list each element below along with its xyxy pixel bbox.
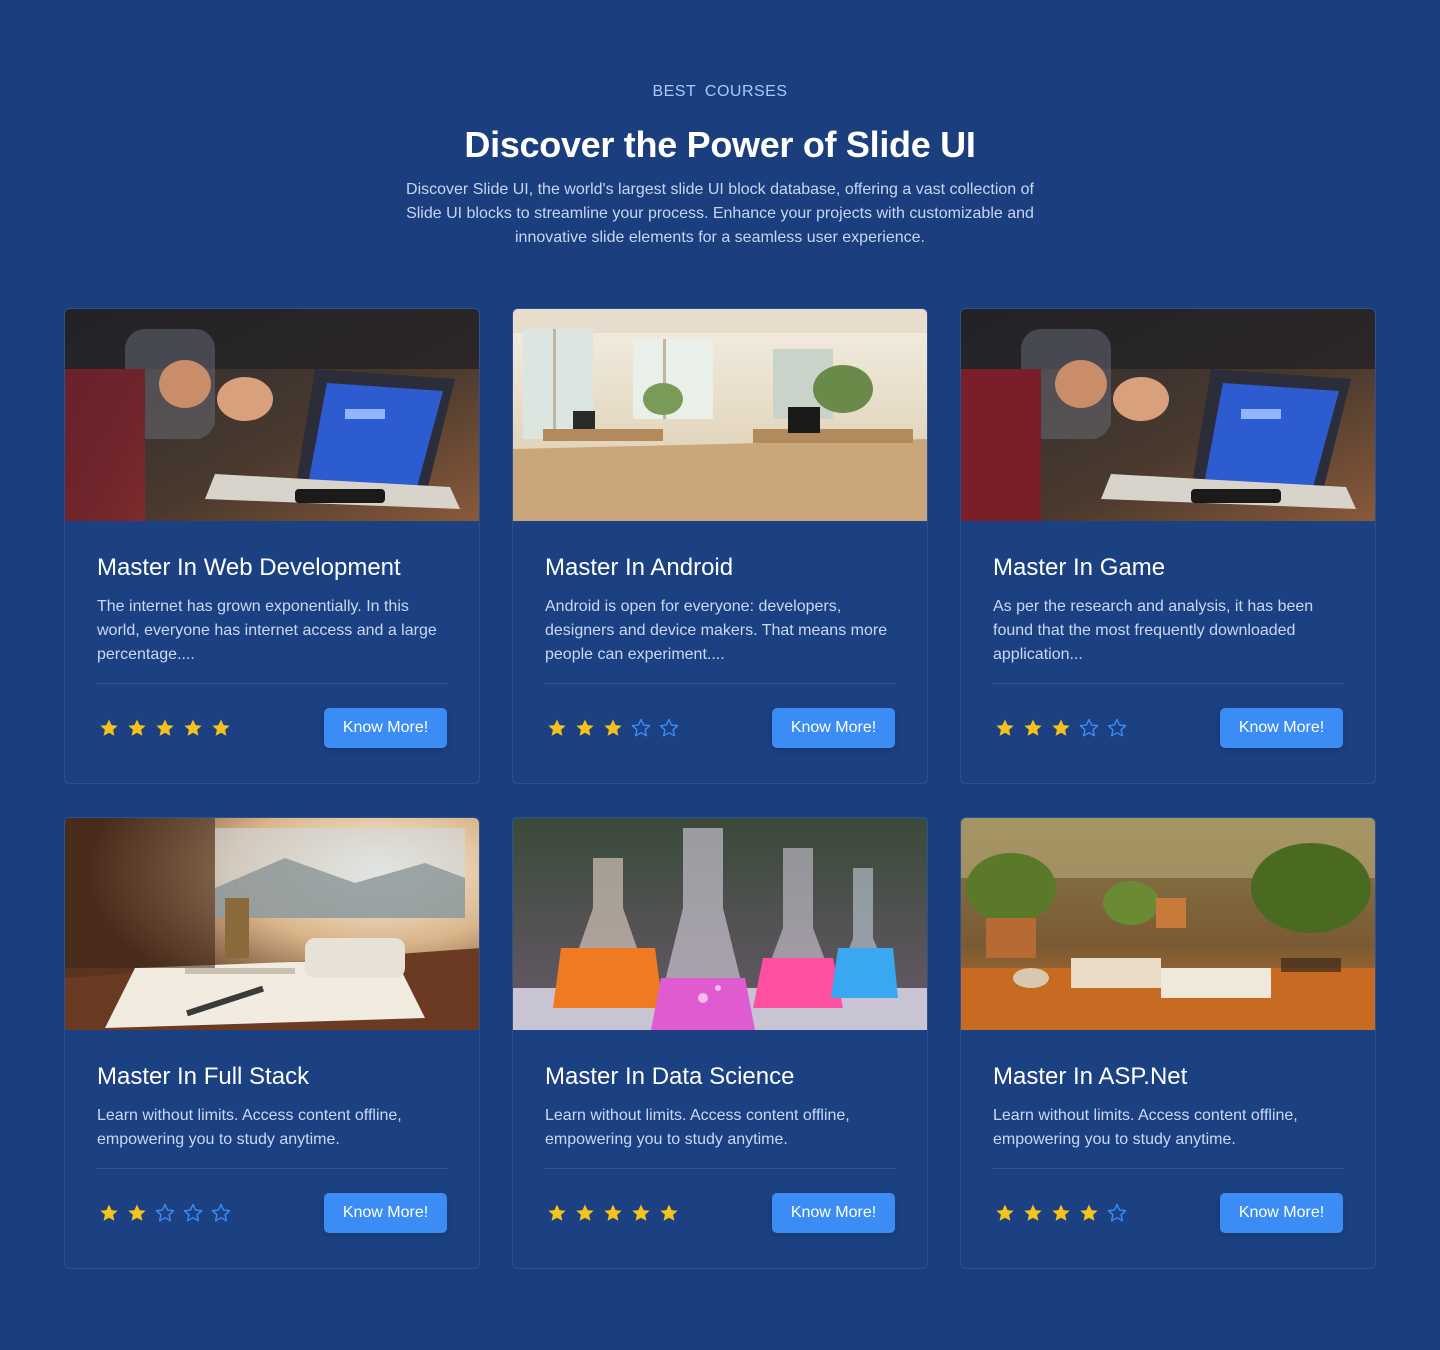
star-filled-icon	[996, 719, 1014, 736]
star-empty-icon	[155, 1203, 175, 1222]
page-subtitle: Discover Slide UI, the world's largest s…	[406, 181, 1034, 246]
star-empty-icon	[211, 1203, 231, 1222]
course-image	[961, 818, 1375, 1030]
course-title: Master In ASP.Net	[993, 1063, 1188, 1090]
star-rating	[993, 718, 1127, 738]
star-filled-icon	[128, 719, 146, 736]
star-filled-icon	[548, 1204, 566, 1221]
course-description: Learn without limits. Access content off…	[97, 1107, 402, 1148]
star-filled-icon	[1024, 1204, 1042, 1221]
card-divider	[97, 683, 447, 684]
star-filled-icon	[660, 1204, 678, 1221]
star-empty-icon	[631, 718, 651, 737]
star-rating	[545, 718, 679, 738]
star-filled-icon	[576, 1204, 594, 1221]
course-card: Master In Android Android is open for ev…	[512, 308, 928, 784]
know-more-button[interactable]: Know More!	[772, 708, 895, 748]
page-title: Discover the Power of Slide UI	[464, 124, 976, 165]
star-filled-icon	[100, 719, 118, 736]
section-eyebrow: BEST COURSES	[652, 83, 788, 100]
know-more-button[interactable]: Know More!	[324, 1193, 447, 1233]
star-filled-icon	[128, 1204, 146, 1221]
course-card: Master In Game As per the research and a…	[960, 308, 1376, 784]
star-filled-icon	[212, 719, 230, 736]
star-filled-icon	[548, 719, 566, 736]
card-divider	[993, 1168, 1343, 1169]
star-filled-icon	[632, 1204, 650, 1221]
card-footer: Know More!	[97, 1193, 447, 1233]
course-image	[961, 309, 1375, 521]
know-more-button[interactable]: Know More!	[1220, 1193, 1343, 1233]
star-filled-icon	[100, 1204, 118, 1221]
course-card: Master In ASP.Net Learn without limits. …	[960, 817, 1376, 1269]
card-footer: Know More!	[993, 1193, 1343, 1233]
card-divider	[545, 683, 895, 684]
course-description: As per the research and analysis, it has…	[993, 598, 1314, 663]
know-more-button[interactable]: Know More!	[772, 1193, 895, 1233]
star-filled-icon	[1052, 719, 1070, 736]
course-image	[65, 309, 479, 521]
star-rating	[993, 1203, 1127, 1223]
star-filled-icon	[184, 719, 202, 736]
card-footer: Know More!	[993, 708, 1343, 748]
course-grid: Master In Web Development The internet h…	[64, 308, 1376, 1269]
card-divider	[545, 1168, 895, 1169]
star-empty-icon	[183, 1203, 203, 1222]
course-title: Master In Data Science	[545, 1063, 795, 1090]
course-image	[513, 309, 927, 521]
star-filled-icon	[996, 1204, 1014, 1221]
course-title: Master In Game	[993, 554, 1166, 581]
course-description: Learn without limits. Access content off…	[993, 1107, 1298, 1148]
star-filled-icon	[604, 719, 622, 736]
card-footer: Know More!	[545, 1193, 895, 1233]
course-description: The internet has grown exponentially. In…	[97, 598, 437, 663]
star-empty-icon	[1107, 1203, 1127, 1222]
star-rating	[97, 1203, 231, 1223]
know-more-button[interactable]: Know More!	[324, 708, 447, 748]
star-empty-icon	[1107, 718, 1127, 737]
course-card: Master In Data Science Learn without lim…	[512, 817, 928, 1269]
star-empty-icon	[1079, 718, 1099, 737]
card-footer: Know More!	[545, 708, 895, 748]
star-filled-icon	[1024, 719, 1042, 736]
star-filled-icon	[156, 719, 174, 736]
course-title: Master In Web Development	[97, 554, 401, 581]
star-filled-icon	[604, 1204, 622, 1221]
course-card: Master In Web Development The internet h…	[64, 308, 480, 784]
course-description: Learn without limits. Access content off…	[545, 1107, 850, 1148]
card-footer: Know More!	[97, 708, 447, 748]
course-title: Master In Full Stack	[97, 1063, 310, 1090]
course-image	[513, 818, 927, 1030]
star-filled-icon	[576, 719, 594, 736]
star-rating	[97, 718, 231, 738]
star-rating	[545, 1203, 679, 1223]
course-image	[65, 818, 479, 1030]
course-description: Android is open for everyone: developers…	[545, 598, 888, 663]
star-empty-icon	[659, 718, 679, 737]
star-filled-icon	[1080, 1204, 1098, 1221]
course-card: Master In Full Stack Learn without limit…	[64, 817, 480, 1269]
card-divider	[97, 1168, 447, 1169]
star-filled-icon	[1052, 1204, 1070, 1221]
course-title: Master In Android	[545, 554, 734, 581]
card-divider	[993, 683, 1343, 684]
section-header: BEST COURSES Discover the Power of Slide…	[0, 80, 1440, 250]
know-more-button[interactable]: Know More!	[1220, 708, 1343, 748]
